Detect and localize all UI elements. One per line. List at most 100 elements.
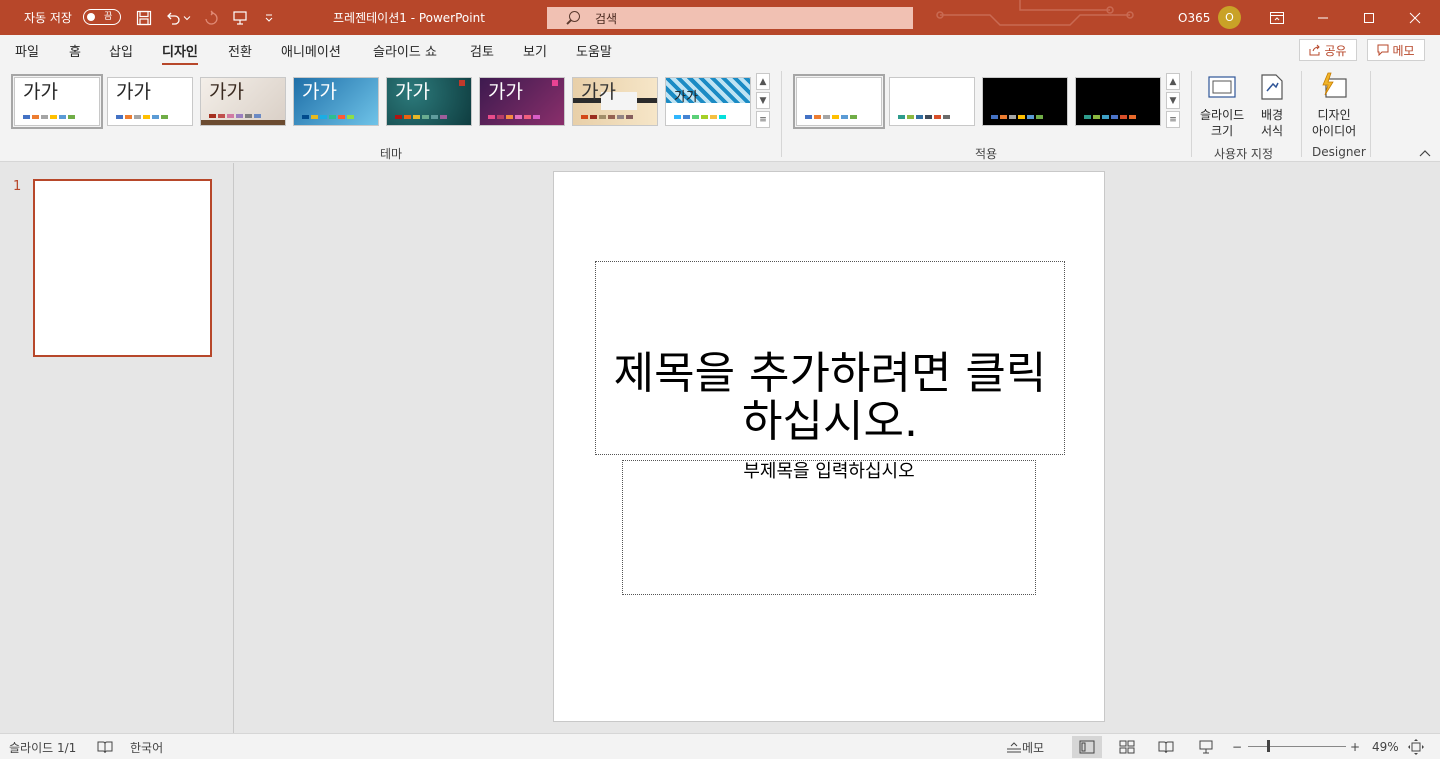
avatar[interactable]: O — [1218, 6, 1241, 29]
toggle-knob — [87, 13, 95, 21]
share-icon — [1309, 44, 1321, 56]
title-placeholder[interactable]: 제목을 추가하려면 클릭하십시오. — [595, 261, 1065, 455]
autosave-toggle[interactable]: 끔 — [83, 9, 121, 25]
variants-more-icon[interactable]: ≡ — [1166, 111, 1180, 128]
search-placeholder: 검색 — [595, 11, 618, 26]
zoom-in-icon[interactable]: + — [1350, 734, 1360, 759]
slideshow-view-icon[interactable] — [1191, 736, 1221, 758]
variant-2[interactable] — [889, 77, 975, 126]
group-separator — [1301, 71, 1302, 157]
ribbon-design: 가가 가가 가가 가가 가가 가가 가가 가가 ▲ ▼ ≡ 테마 ▲ ▼ ≡ 적… — [0, 65, 1440, 162]
autosave-state: 끔 — [104, 12, 113, 22]
tab-file[interactable]: 파일 — [15, 41, 39, 60]
theme-sample-text: 가가 — [23, 81, 58, 103]
tab-slideshow[interactable]: 슬라이드 쇼 — [373, 41, 437, 60]
theme-ion[interactable]: 가가 — [293, 77, 379, 126]
comments-button[interactable]: 메모 — [1367, 39, 1425, 61]
tab-view[interactable]: 보기 — [523, 41, 547, 60]
slide-thumbnail-pane: 1 — [0, 163, 234, 733]
ribbon-display-options-icon[interactable] — [1254, 0, 1300, 35]
theme-wood-type[interactable]: 가가 — [572, 77, 658, 126]
theme-colors — [674, 115, 726, 119]
designer-group-label: Designer — [1312, 145, 1366, 159]
reading-view-icon[interactable] — [1151, 736, 1181, 758]
search-icon — [565, 10, 581, 26]
theme-facet[interactable]: 가가 — [200, 77, 286, 126]
theme-accent-mark — [552, 80, 558, 86]
design-ideas-label: 디자인 아이디어 — [1312, 108, 1357, 138]
autosave-label: 자동 저장 — [24, 11, 72, 25]
design-ideas-button[interactable]: 디자인 아이디어 — [1312, 71, 1356, 139]
zoom-slider[interactable] — [1248, 746, 1346, 747]
theme-accent-mark — [459, 80, 465, 86]
slide-size-label: 슬라이드 크기 — [1200, 108, 1245, 138]
design-ideas-icon — [1318, 71, 1350, 103]
tab-design[interactable]: 디자인 — [162, 41, 198, 66]
zoom-out-icon[interactable]: − — [1232, 734, 1242, 759]
customize-qat-icon[interactable] — [258, 0, 280, 35]
fit-slide-to-window-icon[interactable] — [1408, 734, 1424, 759]
tab-insert[interactable]: 삽입 — [109, 41, 133, 60]
theme-office-2[interactable]: 가가 — [107, 77, 193, 126]
variant-4[interactable] — [1075, 77, 1161, 126]
subtitle-placeholder[interactable]: 부제목을 입력하십시오 — [622, 460, 1036, 595]
themes-scroll-down-icon[interactable]: ▼ — [756, 92, 770, 109]
collapse-ribbon-icon[interactable] — [1418, 149, 1432, 159]
comments-label: 메모 — [1392, 43, 1415, 58]
variants-group-label: 적용 — [975, 147, 998, 161]
save-icon[interactable] — [133, 0, 155, 35]
variant-colors — [991, 115, 1043, 119]
spelling-check-icon[interactable] — [97, 734, 113, 759]
theme-colors — [23, 115, 75, 119]
zoom-slider-thumb[interactable] — [1267, 740, 1270, 752]
variant-1[interactable] — [793, 74, 885, 129]
tab-review[interactable]: 검토 — [470, 41, 494, 60]
variants-scroll-up-icon[interactable]: ▲ — [1166, 73, 1180, 90]
slide-sorter-view-icon[interactable] — [1112, 736, 1142, 758]
normal-view-icon[interactable] — [1072, 736, 1102, 758]
theme-colors — [302, 115, 354, 119]
slide[interactable]: 제목을 추가하려면 클릭하십시오. 부제목을 입력하십시오 — [553, 171, 1105, 722]
present-from-start-icon[interactable] — [229, 0, 251, 35]
notes-icon — [1007, 742, 1021, 753]
variant-3[interactable] — [982, 77, 1068, 126]
slide-size-icon — [1206, 71, 1238, 103]
themes-scroll-up-icon[interactable]: ▲ — [756, 73, 770, 90]
title-placeholder-text: 제목을 추가하려면 클릭하십시오. — [613, 348, 1047, 447]
subtitle-placeholder-text: 부제목을 입력하십시오 — [743, 461, 915, 482]
theme-pattern[interactable]: 가가 — [665, 77, 751, 126]
variants-scroll-down-icon[interactable]: ▼ — [1166, 92, 1180, 109]
close-icon[interactable] — [1392, 0, 1438, 35]
theme-berlin[interactable]: 가가 — [479, 77, 565, 126]
maximize-icon[interactable] — [1346, 0, 1392, 35]
zoom-level[interactable]: 49% — [1372, 734, 1399, 759]
notes-button[interactable]: 메모 — [1006, 734, 1044, 759]
share-button[interactable]: 공유 — [1299, 39, 1357, 61]
group-separator — [1370, 71, 1371, 157]
tab-help[interactable]: 도움말 — [576, 41, 612, 60]
themes-more-icon[interactable]: ≡ — [756, 111, 770, 128]
theme-colors — [116, 115, 168, 119]
slide-size-button[interactable]: 슬라이드 크기 — [1200, 71, 1244, 139]
theme-colors — [209, 114, 261, 118]
theme-sample-text: 가가 — [674, 90, 698, 105]
theme-office[interactable]: 가가 — [11, 74, 103, 129]
themes-group-label: 테마 — [380, 147, 403, 161]
minimize-icon[interactable] — [1300, 0, 1346, 35]
slide-thumbnail[interactable] — [33, 179, 212, 357]
variant-colors — [898, 115, 950, 119]
language-indicator[interactable]: 한국어 — [130, 734, 163, 759]
tab-transitions[interactable]: 전환 — [228, 41, 252, 60]
format-background-icon — [1256, 71, 1288, 103]
theme-ion-boardroom[interactable]: 가가 — [386, 77, 472, 126]
format-background-button[interactable]: 배경 서식 — [1256, 71, 1288, 139]
customize-group-label: 사용자 지정 — [1214, 147, 1274, 161]
redo-icon[interactable] — [200, 0, 222, 35]
theme-colors — [488, 115, 540, 119]
search-box[interactable]: 검색 — [547, 7, 913, 29]
ribbon-tabs: 파일 홈 삽입 디자인 전환 애니메이션 슬라이드 쇼 검토 보기 도움말 — [0, 35, 1440, 66]
account-name[interactable]: O365 — [1178, 0, 1210, 35]
undo-dropdown-icon[interactable] — [180, 0, 194, 35]
tab-animations[interactable]: 애니메이션 — [281, 41, 341, 60]
tab-home[interactable]: 홈 — [69, 41, 81, 60]
